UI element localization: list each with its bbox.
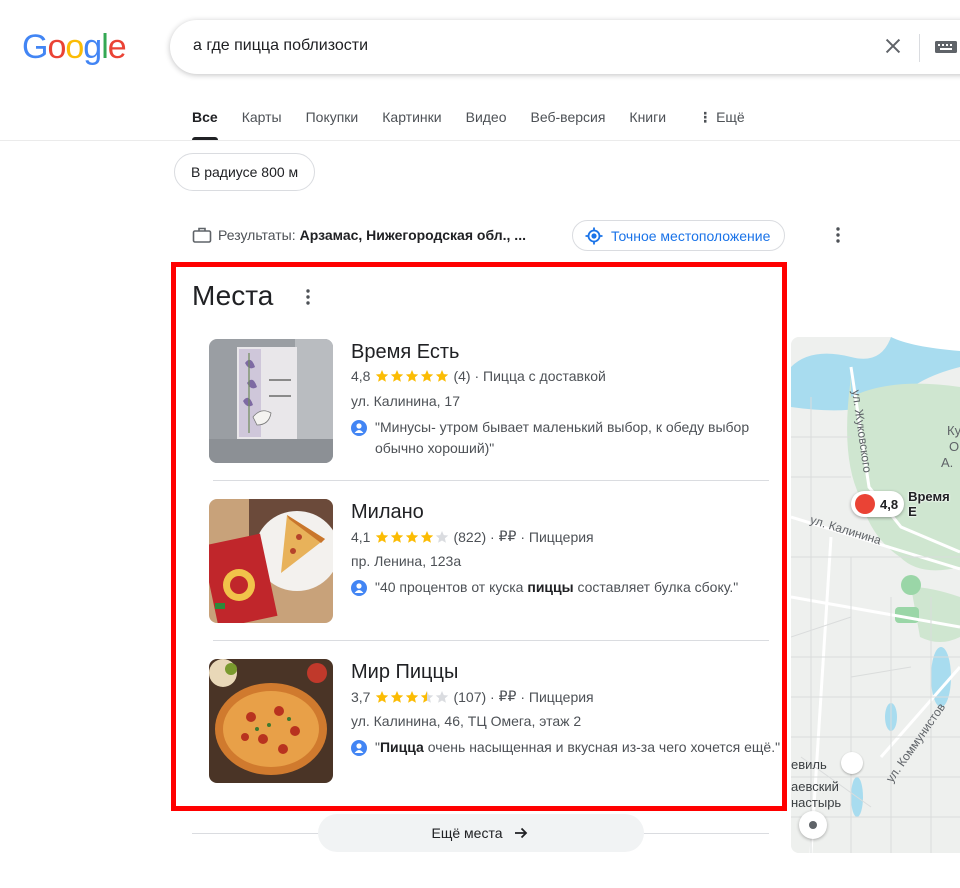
- more-vert-icon[interactable]: [830, 225, 846, 245]
- pin-name: Время Е: [908, 489, 950, 519]
- tab-label: Книги: [629, 109, 667, 125]
- tab-shopping[interactable]: Покупки: [294, 104, 371, 140]
- pizza-pin-icon: [855, 494, 875, 514]
- location-info: Результаты: Арзамас, Нижегородская обл.,…: [192, 222, 526, 248]
- tab-label: Все: [192, 109, 218, 125]
- location-place[interactable]: Арзамас, Нижегородская обл., ...: [300, 227, 526, 243]
- map-poi-label: О: [949, 439, 960, 454]
- more-vert-icon: ⋮: [698, 109, 713, 125]
- location-prefix: Результаты:: [218, 227, 296, 243]
- more-places-label: Ещё места: [431, 825, 503, 841]
- close-icon[interactable]: [882, 35, 904, 57]
- logo-letter: G: [22, 28, 48, 66]
- tab-label: Покупки: [305, 109, 359, 125]
- search-input[interactable]: а где пицца поблизости: [193, 37, 368, 55]
- map-poi-label: А.: [941, 455, 954, 470]
- precise-location-label: Точное местоположение: [611, 227, 771, 244]
- keyboard-icon[interactable]: [934, 39, 958, 55]
- precise-location-button[interactable]: Точное местоположение: [572, 220, 786, 251]
- hotel-icon[interactable]: [841, 752, 863, 774]
- tab-label: Видео: [465, 109, 507, 125]
- tab-video[interactable]: Видео: [454, 104, 519, 140]
- logo-letter: o: [47, 28, 66, 66]
- map-pin-vremya-est[interactable]: 4,8 Время Е: [851, 489, 960, 519]
- tab-more[interactable]: ⋮ Ещё: [686, 104, 757, 140]
- tab-web[interactable]: Веб-версия: [519, 104, 618, 140]
- logo-letter: g: [83, 28, 102, 66]
- logo-letter: o: [65, 28, 84, 66]
- tab-label: Картинки: [382, 109, 442, 125]
- my-location-icon: [585, 227, 603, 244]
- tab-all[interactable]: Все: [180, 104, 230, 140]
- pin-badge: 4,8: [851, 491, 905, 517]
- tab-label: Веб-версия: [530, 109, 606, 125]
- tab-label: Карты: [241, 109, 282, 125]
- tab-label: Ещё: [716, 109, 745, 125]
- more-places-button[interactable]: Ещё места: [318, 814, 644, 852]
- search-divider: [919, 34, 920, 62]
- tab-books[interactable]: Книги: [617, 104, 678, 140]
- map-poi-label: аевский: [791, 779, 839, 794]
- arrow-right-icon: [515, 827, 528, 839]
- tab-maps[interactable]: Карты: [230, 104, 294, 140]
- map-poi-label: Ку: [947, 423, 960, 438]
- map-preview[interactable]: ул. Жуковского ул. Калинина ул. Коммунис…: [791, 337, 960, 853]
- map-poi-label: евиль: [791, 757, 827, 772]
- map-tiles: [791, 337, 960, 853]
- pin-rating: 4,8: [880, 496, 899, 512]
- map-poi-label: настырь: [791, 795, 842, 810]
- tabs-divider: [0, 140, 960, 141]
- map-locate-icon[interactable]: [799, 811, 827, 839]
- radius-filter-chip[interactable]: В радиусе 800 м: [174, 153, 316, 191]
- tab-images[interactable]: Картинки: [370, 104, 453, 140]
- search-box[interactable]: а где пицца поблизости: [170, 20, 960, 74]
- briefcase-icon: [192, 227, 212, 243]
- google-logo[interactable]: Google: [22, 28, 127, 67]
- search-tabs: Все Карты Покупки Картинки Видео Веб-вер…: [180, 104, 757, 140]
- logo-letter: e: [107, 28, 127, 66]
- highlight-frame: [171, 262, 787, 811]
